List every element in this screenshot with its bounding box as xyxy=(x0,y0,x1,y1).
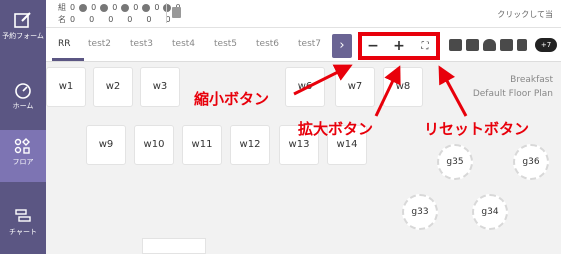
clock-icon xyxy=(142,4,151,12)
sidebar-item-label: 予約フォーム xyxy=(2,32,44,40)
stat-value: 0 xyxy=(108,15,114,24)
tab-test5[interactable]: test5 xyxy=(214,39,237,49)
sidebar-item-label: ホーム xyxy=(12,102,34,110)
sidebar-item-label: チャート xyxy=(9,228,37,236)
sidebar-item-floor[interactable]: フロア xyxy=(0,130,46,182)
clipboard-icon[interactable] xyxy=(172,7,181,18)
gauge-icon xyxy=(15,83,31,99)
sidebar-item-chart[interactable]: チャート xyxy=(0,200,46,252)
floor-title-line2: Default Floor Plan xyxy=(472,89,553,99)
callout-zoom-out: 縮小ボタン xyxy=(194,90,270,108)
round-table-g35[interactable]: g35 xyxy=(437,144,473,180)
sidebar: 予約フォーム ホーム フロア チャート xyxy=(0,0,46,254)
floor-icon xyxy=(14,138,30,154)
table-w9[interactable]: w9 xyxy=(86,125,126,165)
table-w12[interactable]: w12 xyxy=(230,125,270,165)
hourglass-icon[interactable] xyxy=(517,39,527,51)
stat-value: 0 xyxy=(154,3,160,12)
table-w2[interactable]: w2 xyxy=(93,67,133,107)
floor-canvas: Breakfast Default Floor Plan w1 w2 w3 w6… xyxy=(46,62,561,254)
stat-value: 0 xyxy=(70,3,76,12)
floor-plan-title: Breakfast Default Floor Plan xyxy=(473,73,553,101)
stat-value: 0 xyxy=(112,3,118,12)
zoom-controls: − + ⛶ xyxy=(358,32,440,60)
sidebar-item-label: フロア xyxy=(12,158,34,166)
tab-test6[interactable]: test6 xyxy=(256,39,279,49)
tab-test7[interactable]: test7 xyxy=(298,39,321,49)
table-w8[interactable]: w8 xyxy=(383,67,423,107)
stat-label: 名 xyxy=(58,15,66,24)
table-w7[interactable]: w7 xyxy=(335,67,375,107)
chair-icon[interactable] xyxy=(500,39,513,51)
chair-icon xyxy=(163,4,172,12)
callout-reset: リセットボタン xyxy=(424,120,530,138)
stats-bar: 組 0 0 0 0 0 0 名 0 0 0 0 0 0 クリックして当 xyxy=(46,0,561,28)
id-card-icon[interactable] xyxy=(466,39,479,51)
tab-test3[interactable]: test3 xyxy=(130,39,153,49)
table-w1[interactable]: w1 xyxy=(46,67,86,107)
stat-row-people: 名 0 0 0 0 0 0 xyxy=(58,14,181,26)
callout-zoom-in: 拡大ボタン xyxy=(298,120,374,138)
tab-scroll-button[interactable]: › xyxy=(332,34,352,58)
round-table-g36[interactable]: g36 xyxy=(513,144,549,180)
status-icon xyxy=(79,4,88,12)
stat-value: 0 xyxy=(146,15,152,24)
chart-icon xyxy=(15,209,31,222)
table-w6[interactable]: w6 xyxy=(285,67,325,107)
stat-value: 0 xyxy=(70,15,76,24)
round-table-g34[interactable]: g34 xyxy=(472,194,508,230)
round-table-g33[interactable]: g33 xyxy=(402,194,438,230)
stat-value: 0 xyxy=(89,15,95,24)
floor-title-line1: Breakfast xyxy=(510,75,553,85)
zoom-in-button[interactable]: + xyxy=(390,38,408,55)
table-w3[interactable]: w3 xyxy=(140,67,180,107)
stat-value: 0 xyxy=(91,3,97,12)
walk-icon xyxy=(100,4,109,12)
tab-test4[interactable]: test4 xyxy=(172,39,195,49)
stat-label: 組 xyxy=(58,3,66,12)
tab-test2[interactable]: test2 xyxy=(88,39,111,49)
doc-icon xyxy=(121,4,130,12)
stat-value: 0 xyxy=(133,3,139,12)
stat-row-groups: 組 0 0 0 0 0 0 xyxy=(58,2,181,14)
edit-icon xyxy=(14,12,31,28)
tab-rr[interactable]: RR xyxy=(58,39,71,49)
active-tab-indicator xyxy=(52,58,84,61)
copy-hint[interactable]: クリックして当 xyxy=(497,9,553,20)
reservation-stats: 組 0 0 0 0 0 0 名 0 0 0 0 0 0 xyxy=(58,2,181,26)
stat-value: 0 xyxy=(127,15,133,24)
divider xyxy=(166,3,167,23)
zoom-out-button[interactable]: − xyxy=(364,38,382,55)
sidebar-item-home[interactable]: ホーム xyxy=(0,74,46,126)
table-w11[interactable]: w11 xyxy=(182,125,222,165)
floor-tab-bar: RR test2 test3 test4 test5 test6 test7 ›… xyxy=(46,28,561,62)
house-icon[interactable] xyxy=(449,39,462,51)
user-icon[interactable] xyxy=(483,39,496,51)
more-badge[interactable]: +7 xyxy=(535,38,557,52)
sidebar-item-reservation-form[interactable]: 予約フォーム xyxy=(0,4,46,56)
table-partial[interactable] xyxy=(142,238,206,254)
table-w10[interactable]: w10 xyxy=(134,125,174,165)
reset-button[interactable]: ⛶ xyxy=(416,38,434,55)
